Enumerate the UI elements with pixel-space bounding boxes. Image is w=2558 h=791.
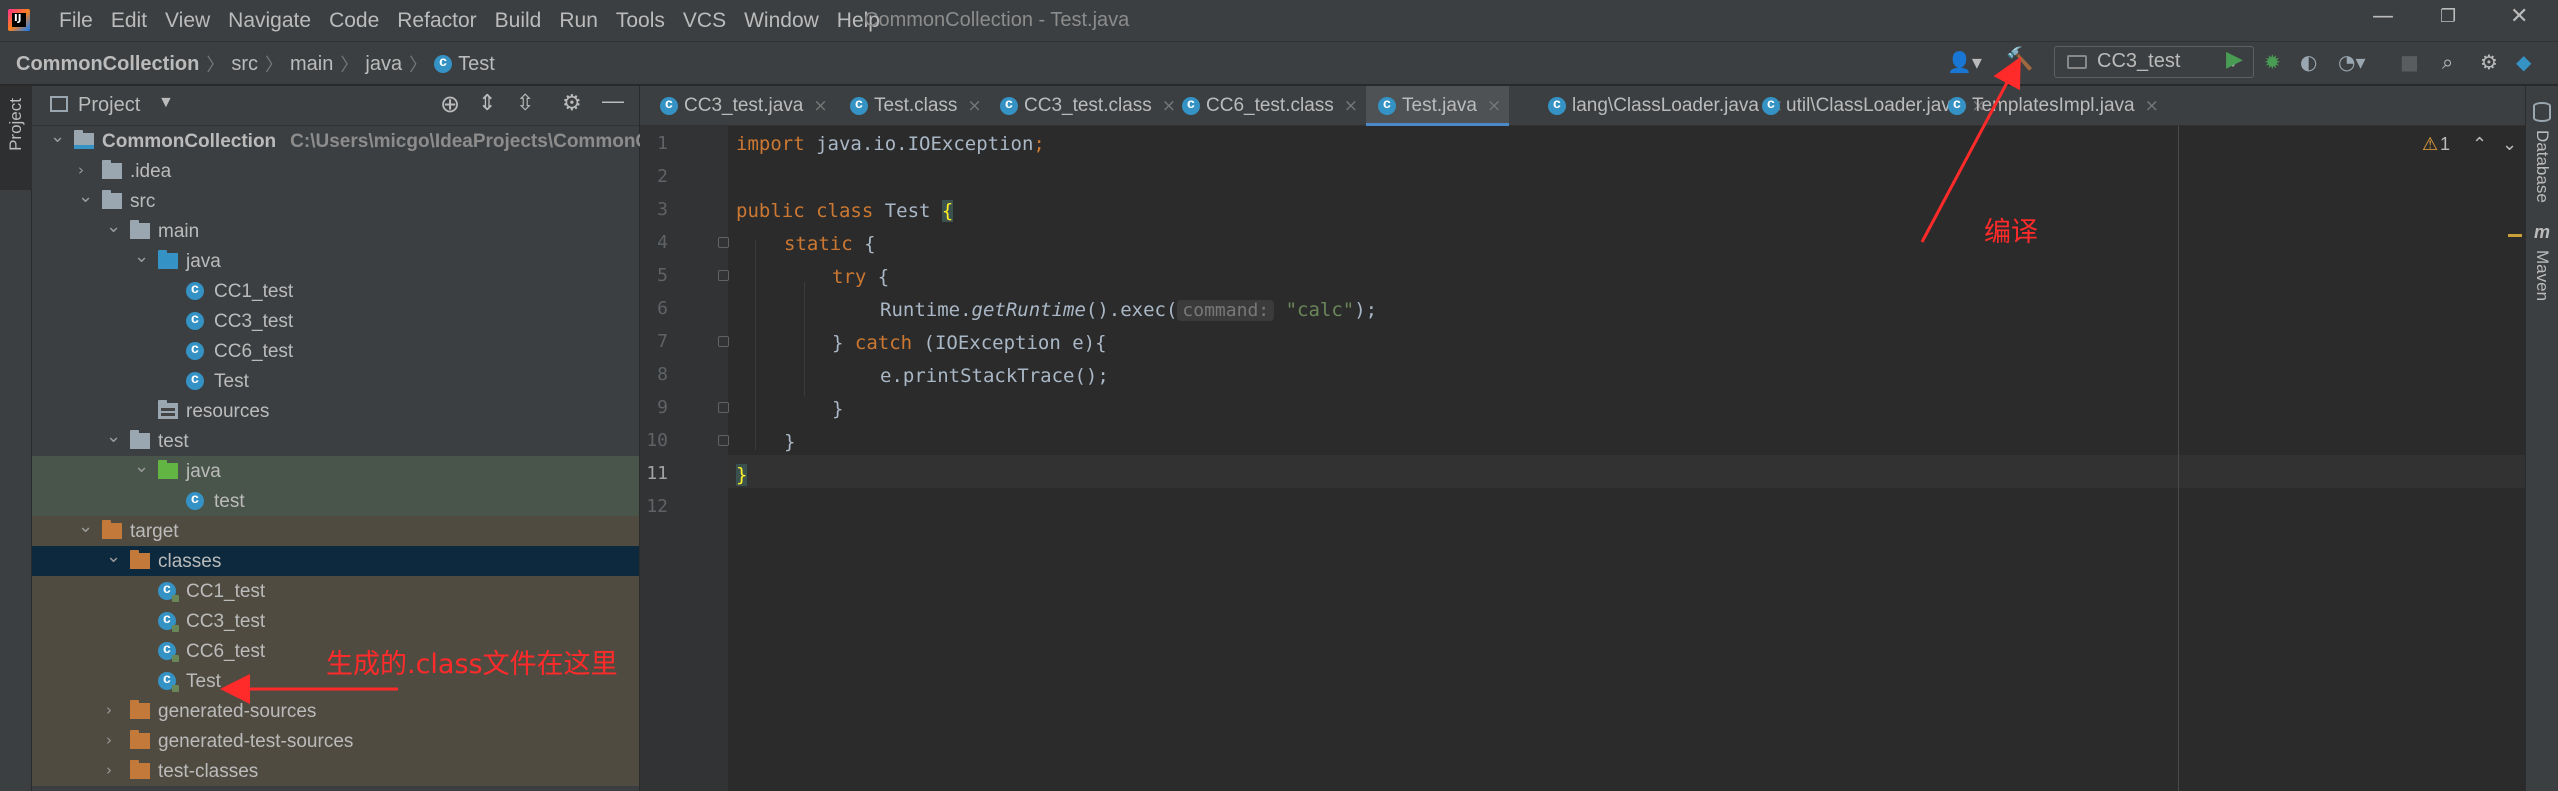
compile-annotation: 编译 — [1984, 217, 2038, 248]
class-files-annotation: 生成的.class文件在这里 — [326, 649, 618, 680]
